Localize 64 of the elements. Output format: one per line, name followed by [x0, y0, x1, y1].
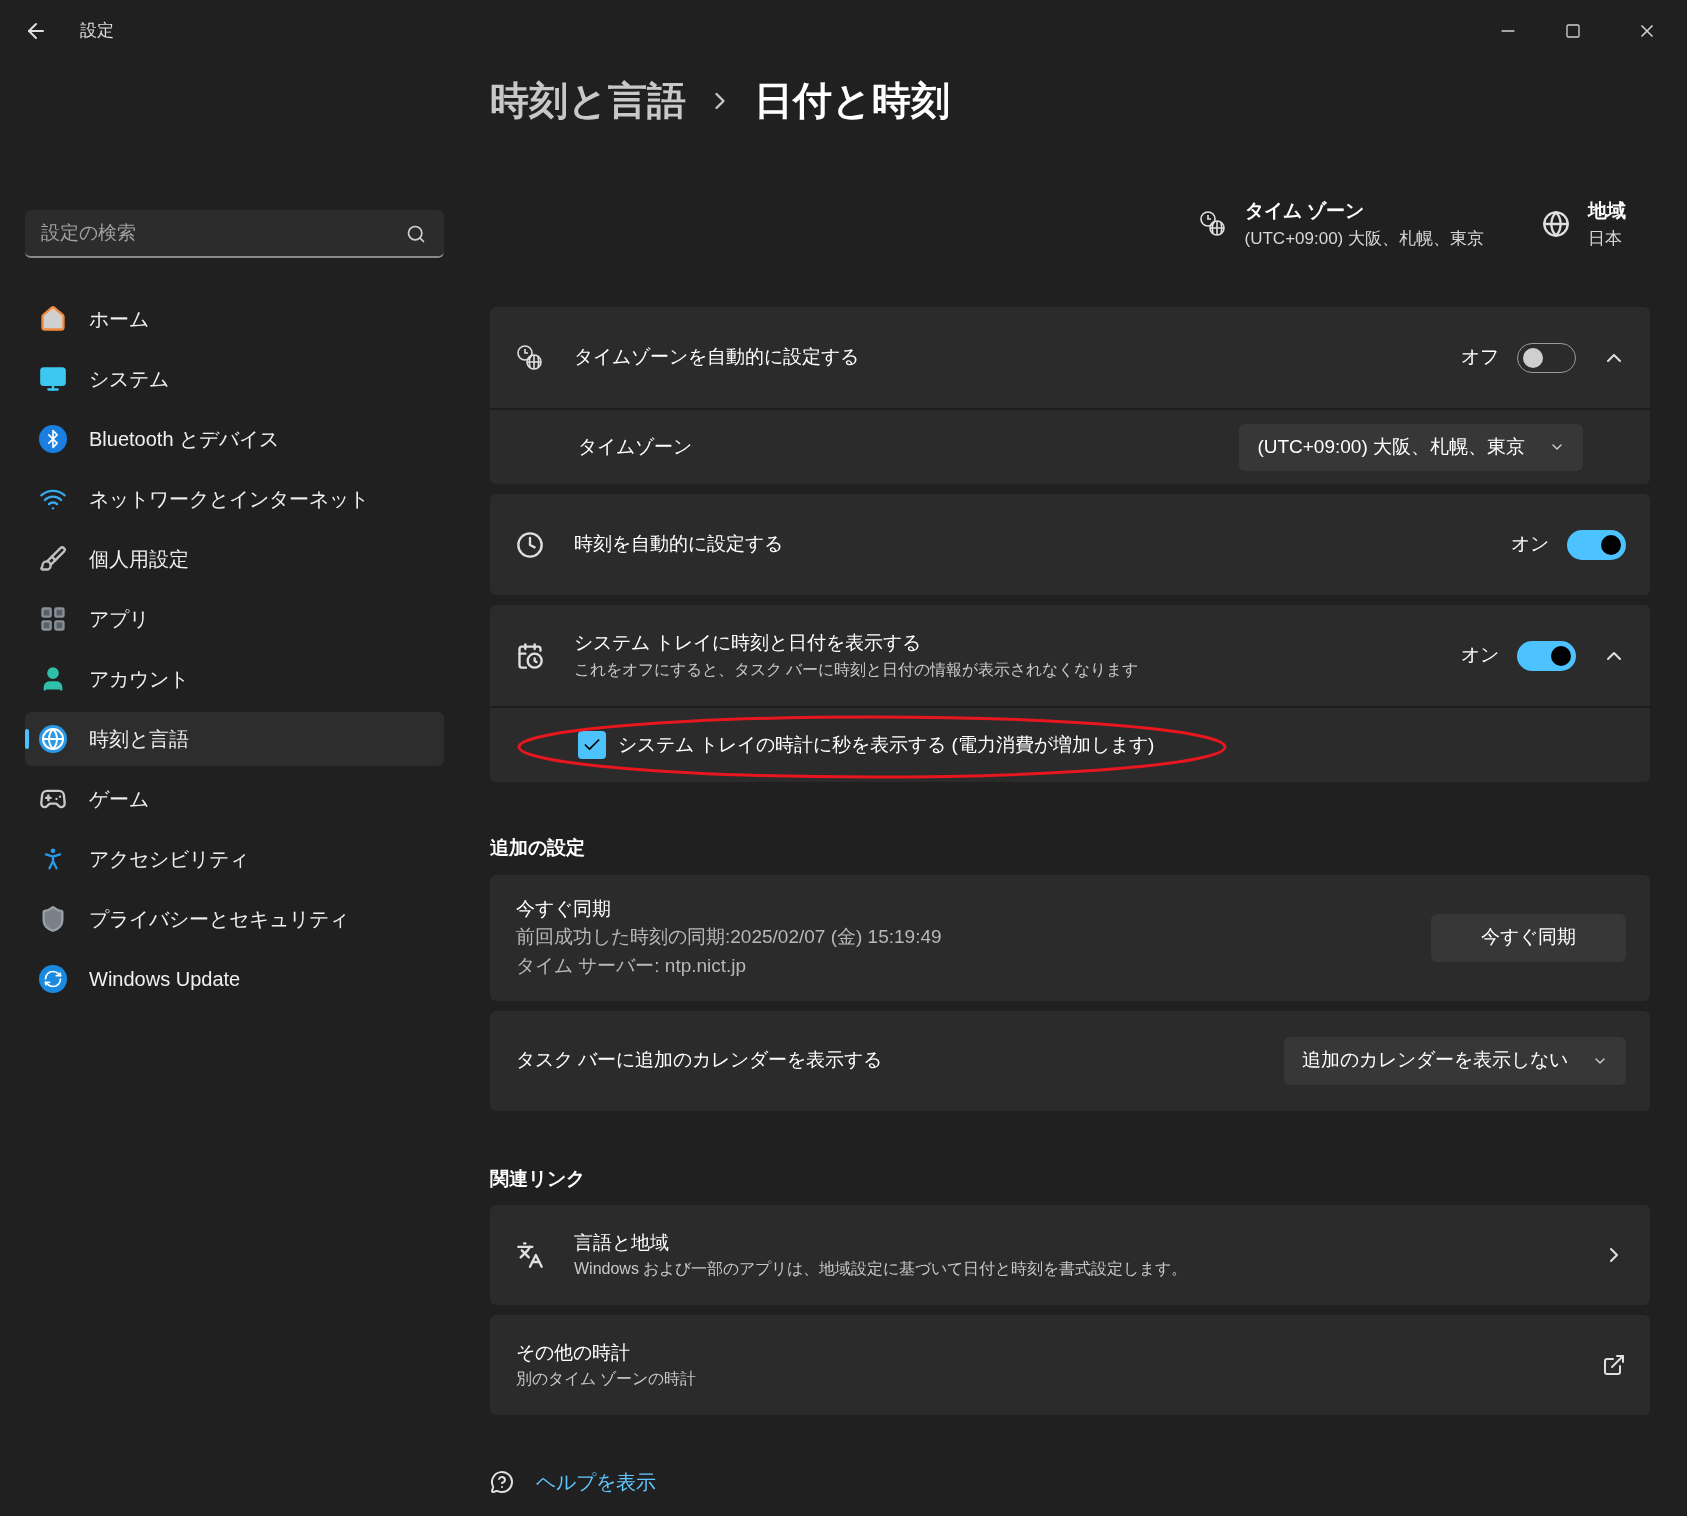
setting-detail: タイム サーバー: ntp.nict.jp [516, 953, 748, 978]
nav-item[interactable]: アクセシビリティ [25, 832, 444, 886]
setting-title: システム トレイに時刻と日付を表示する [574, 631, 923, 656]
nav-item[interactable]: システム [25, 352, 444, 406]
setting-detail: 前回成功した時刻の同期:2025/02/07 (金) 15:19:49 [516, 925, 943, 950]
link-title: その他の時計 [516, 1340, 631, 1365]
calendar-clock-icon [516, 641, 544, 670]
checkbox[interactable] [578, 731, 606, 759]
toggle-switch[interactable] [1567, 529, 1626, 560]
nav-item[interactable]: ネットワークとインターネット [25, 472, 444, 526]
nav-item[interactable]: 個人用設定 [25, 532, 444, 586]
search-icon[interactable] [406, 224, 426, 244]
monitor-icon [39, 365, 67, 393]
section-heading: 関連リンク [490, 1166, 586, 1191]
clock-globe-icon [516, 343, 544, 372]
link-description: Windows および一部のアプリは、地域設定に基づいて日付と時刻を書式設定します。 [574, 1259, 1189, 1280]
maximize-icon[interactable] [1565, 23, 1581, 39]
setting-title: タスク バーに追加のカレンダーを表示する [516, 1048, 884, 1073]
clock-globe-icon [1198, 210, 1227, 238]
toggle-state-label: オン [1511, 532, 1549, 557]
language-icon [516, 1241, 544, 1269]
link-title: 言語と地域 [574, 1230, 670, 1255]
nav-item[interactable]: アプリ [25, 592, 444, 646]
setting-title: 時刻を自動的に設定する [574, 532, 784, 557]
breadcrumb-parent[interactable]: 時刻と言語 [490, 71, 686, 131]
page-title: 日付と時刻 [754, 77, 950, 124]
setting-title: タイムゾーンを自動的に設定する [574, 345, 860, 370]
search-field[interactable]: 設定の検索 [25, 210, 444, 258]
link-card[interactable]: その他の時計 別のタイム ゾーンの時計 [490, 1315, 1650, 1415]
nav-item[interactable]: Bluetooth とデバイス [25, 412, 444, 466]
nav-item[interactable]: Windows Update [25, 952, 444, 1006]
setting-title: 今すぐ同期 [516, 896, 612, 921]
toggle-switch[interactable] [1517, 640, 1576, 671]
calendar-dropdown[interactable]: 追加のカレンダーを表示しない [1284, 1036, 1626, 1085]
link-card[interactable]: 言語と地域 Windows および一部のアプリは、地域設定に基づいて日付と時刻を書式設定します。 [490, 1205, 1650, 1305]
update-icon [39, 965, 67, 993]
summary-title: 地域 [1588, 199, 1626, 223]
toggle-state-label: オン [1461, 643, 1499, 668]
link-description: 別のタイム ゾーンの時計 [516, 1369, 698, 1390]
window-title: 設定 [80, 20, 114, 43]
summary-title: タイム ゾーン [1244, 199, 1365, 223]
nav-item[interactable]: 時刻と言語 [25, 712, 444, 766]
clock-icon [516, 530, 544, 559]
nav-item[interactable]: ゲーム [25, 772, 444, 826]
checkbox-label: システム トレイの時計に秒を表示する (電力消費が増加します) [618, 732, 1155, 757]
nav-item[interactable]: ホーム [25, 292, 444, 346]
setting-description: これをオフにすると、タスク バーに時刻と日付の情報が表示されなくなります [574, 659, 1140, 680]
help-icon [490, 1470, 514, 1494]
timezone-dropdown[interactable]: (UTC+09:00) 大阪、札幌、東京 [1239, 423, 1583, 471]
summary-value: (UTC+09:00) 大阪、札幌、東京 [1244, 227, 1484, 250]
nav-item[interactable]: アカウント [25, 652, 444, 706]
sync-now-button[interactable]: 今すぐ同期 [1431, 913, 1626, 962]
setting-label: タイムゾーン [578, 434, 693, 459]
external-link-icon [1602, 1353, 1626, 1377]
bluetooth-icon [39, 425, 67, 453]
home-icon [39, 305, 67, 333]
summary-value: 日本 [1588, 227, 1623, 250]
apps-icon [39, 605, 67, 633]
nav-item[interactable]: プライバシーとセキュリティ [25, 892, 444, 946]
globe-icon [1542, 210, 1570, 238]
help-link[interactable]: ヘルプを表示 [536, 1467, 656, 1497]
toggle-state-label: オフ [1461, 345, 1499, 370]
section-heading: 追加の設定 [490, 836, 586, 860]
brush-icon [39, 545, 67, 573]
